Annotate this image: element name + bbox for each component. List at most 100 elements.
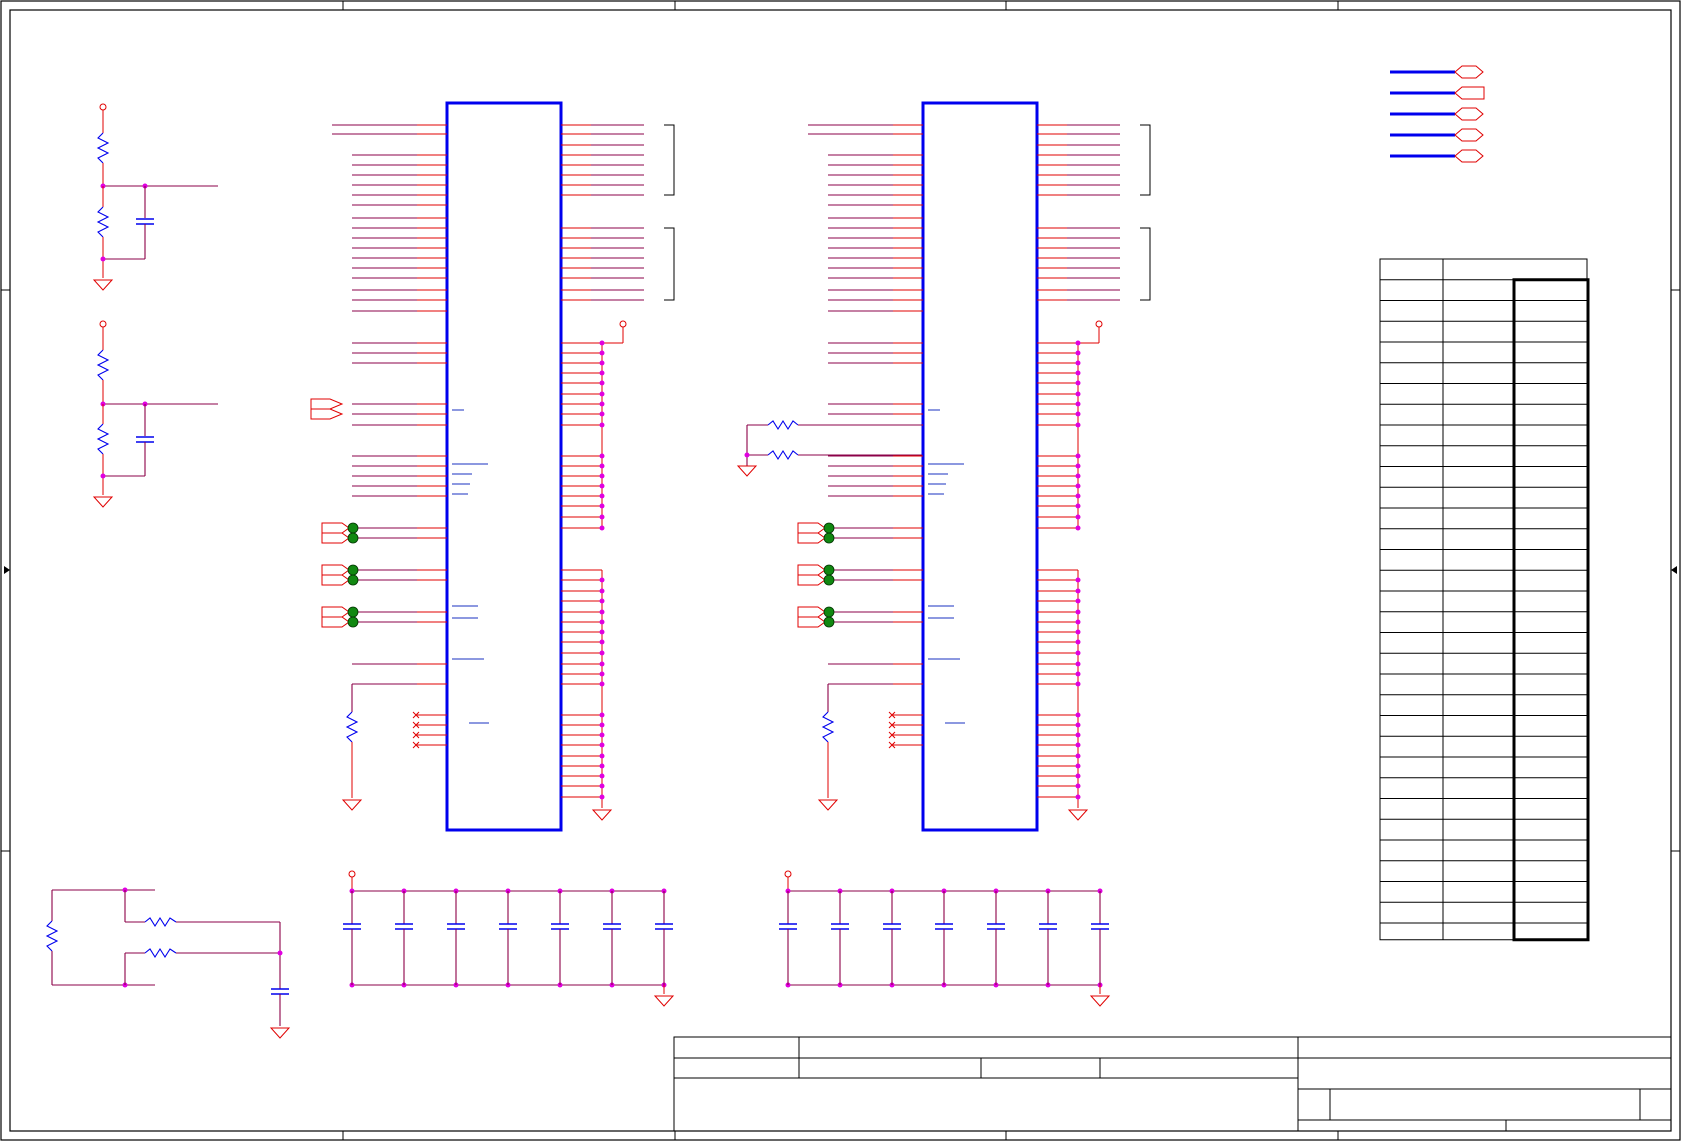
junction-dot [1075,422,1081,428]
bidirectional-port-icon [1454,65,1484,79]
junction-dot [599,671,605,677]
junction-dot [599,473,605,479]
junction-dot [599,763,605,769]
rc-network [45,887,291,1039]
ic-1-port-pair [310,398,344,420]
junction-dot [599,360,605,366]
port-icon [797,522,826,534]
junction-dot [1075,722,1081,728]
decoupling-capacitor-bank-1 [343,870,675,1007]
junction-dot [599,483,605,489]
junction-dot [599,619,605,625]
junction-dot [1075,732,1081,738]
junction-dot [1075,753,1081,759]
port-icon [797,564,826,576]
resistor-icon [144,947,177,959]
ground-icon [92,496,114,508]
port-icon [321,532,350,544]
resistor-icon [821,711,835,743]
test-point-icon [347,532,359,544]
arrow-marker-icon [4,566,10,574]
ic-body [921,101,1039,832]
test-point-icon [347,574,359,586]
ic-2 [797,101,1151,832]
test-point-icon [823,522,835,534]
junction-dot [599,639,605,645]
junction-dot [599,773,605,779]
ground-icon [1067,809,1089,821]
junction-dot [1075,453,1081,459]
test-point-icon [823,606,835,618]
arrow-marker-icon [1671,566,1677,574]
ground-icon [591,809,613,821]
junction-dot [599,463,605,469]
junction-dot [1075,493,1081,499]
junction-dot [1075,629,1081,635]
junction-dot [1075,712,1081,718]
divider-circuit-2 [92,320,218,508]
junction-dot [599,493,605,499]
junction-dot [599,422,605,428]
junction-dot [599,401,605,407]
port-icon [797,606,826,618]
port-icon [321,616,350,628]
pin-assignment-table [1379,258,1590,942]
bidirectional-port-icon [1454,149,1484,163]
junction-dot [599,370,605,376]
junction-dot [1075,380,1081,386]
test-point-icon [347,616,359,628]
ground-icon [817,799,839,811]
junction-dot [599,577,605,583]
junction-dot [599,525,605,531]
ground-icon [341,799,363,811]
junction-dot [1075,463,1081,469]
junction-dot [599,588,605,594]
test-point-icon [347,522,359,534]
junction-dot [599,609,605,615]
junction-dot [599,503,605,509]
bidirectional-port-icon [1454,107,1484,121]
table-border [1379,258,1588,941]
junction-dot [1075,773,1081,779]
junction-dot [599,794,605,800]
port-icon [310,408,344,420]
port-icon [321,522,350,534]
port-icon [321,606,350,618]
junction-dot [1075,340,1081,346]
junction-dot [1075,598,1081,604]
ic-body [445,101,563,832]
junction-dot [1075,671,1081,677]
junction-dot [1075,350,1081,356]
junction-dot [1075,742,1081,748]
ic-1 [321,101,675,832]
junction-dot [599,453,605,459]
resistor-icon [96,423,110,455]
junction-dot [599,681,605,687]
resistor-icon [767,449,799,461]
junction-dot [599,598,605,604]
junction-dot [599,380,605,386]
port-icon [797,616,826,628]
junction-dot [1075,503,1081,509]
decoupling-capacitor-bank-2 [779,870,1111,1007]
junction-dot [1075,794,1081,800]
resistor-icon [345,711,359,743]
bidirectional-port-icon [1454,128,1484,142]
port-icon [321,574,350,586]
ground-icon [653,995,675,1007]
resistor-icon [96,132,110,164]
test-point-icon [823,574,835,586]
junction-dot [1075,401,1081,407]
junction-dot [599,661,605,667]
ground-icon [736,465,758,477]
resistor-icon [96,349,110,381]
bus-bracket [664,227,675,301]
junction-dot [599,350,605,356]
resistor-icon [144,916,177,928]
junction-dot [599,742,605,748]
junction-dot [599,514,605,520]
port-icon [321,564,350,576]
test-point-icon [347,606,359,618]
test-point-icon [823,532,835,544]
junction-dot [599,783,605,789]
